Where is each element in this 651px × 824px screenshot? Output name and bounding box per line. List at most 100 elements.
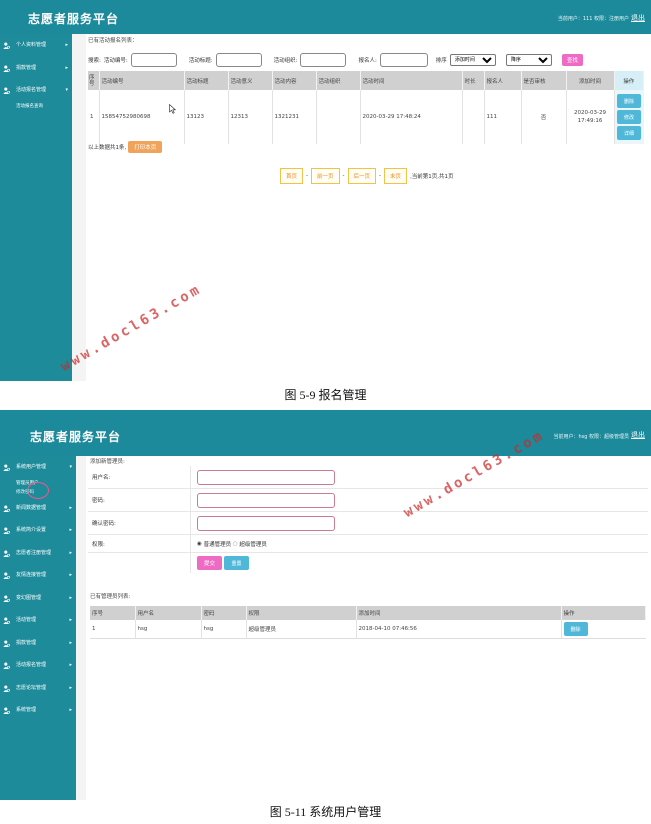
sidebar-item-donation[interactable]: 捐款管理 ▸ xyxy=(0,57,72,80)
column-header: 活动内容 xyxy=(272,71,317,90)
role-radio-normal[interactable]: ◉ xyxy=(197,541,202,547)
column-header: 密码 xyxy=(201,606,247,620)
search-button[interactable]: 查找 xyxy=(561,54,583,66)
user-icon xyxy=(3,42,10,49)
delete-button[interactable]: 删除 xyxy=(617,94,641,108)
field-label-org: 活动组织: xyxy=(273,58,298,64)
sidebar-item-friend-links[interactable]: 友情连接管理 ▸ xyxy=(0,564,76,587)
user-icon xyxy=(3,685,10,692)
sidebar: 个人资料管理 ▸ 捐款管理 ▸ 活动报名管理 ▾ 活动报名查询 xyxy=(0,34,72,381)
table-row: 1 hsg hsg 超级管理员 2018-04-10 07:46:56 删除 xyxy=(90,620,646,639)
user-icon xyxy=(3,595,10,602)
column-header: 活动意义 xyxy=(228,71,273,90)
field-label-code: 活动编号: xyxy=(103,58,128,64)
chevron-right-icon: ▸ xyxy=(65,42,68,48)
sidebar-item-system[interactable]: 系统管理 ▸ xyxy=(0,699,76,722)
detail-button[interactable]: 详细 xyxy=(617,126,641,140)
record-count: 以上数据共1条, xyxy=(88,145,127,151)
sidebar-item-intro[interactable]: 系统简介设置 ▸ xyxy=(0,519,76,542)
sidebar-item-volunteer-registration[interactable]: 志愿者注册管理 ▸ xyxy=(0,542,76,565)
sidebar-item-label: 系统管理 xyxy=(16,707,37,713)
screenshot-system-user-management: 志愿者服务平台 当前用户：hsg 权限：超级管理员 退出 系统用户管理 ▾ 管理… xyxy=(0,410,651,800)
list-title: 已有活动报名列表： xyxy=(88,38,138,44)
sidebar-item-label: 捐款管理 xyxy=(16,639,37,646)
sidebar-item-label: 志愿论坛管理 xyxy=(16,684,47,691)
password-label: 密码: xyxy=(88,489,191,511)
highlight-ring xyxy=(27,482,49,499)
column-header: 是否审核 xyxy=(521,71,567,90)
logout-link[interactable]: 退出 xyxy=(631,430,645,440)
password-input[interactable] xyxy=(197,492,335,508)
search-bar: 搜索: 活动编号: 活动标题: 活动组织: 报名人: 排序 添加时间 降序 查找 xyxy=(88,53,583,67)
sidebar-subitem-enrollment-query[interactable]: 活动报名查询 xyxy=(0,102,72,111)
top-bar: 志愿者服务平台 当前用户：hsg 权限：超级管理员 退出 xyxy=(0,410,651,456)
sidebar-item-label: 新闻数据管理 xyxy=(16,504,47,511)
sidebar-item-enrollment[interactable]: 活动报名管理 ▾ xyxy=(0,79,72,102)
sort-field-select[interactable]: 添加时间 xyxy=(449,54,496,66)
search-code-input[interactable] xyxy=(130,53,177,67)
logout-link[interactable]: 退出 xyxy=(631,13,645,23)
confirm-password-label: 确认密码: xyxy=(88,512,191,534)
username-input[interactable] xyxy=(197,469,335,485)
sidebar-item-carousel[interactable]: 变幻图管理 ▸ xyxy=(0,587,76,610)
user-icon xyxy=(3,87,10,94)
table-row: 1 15854752980698 13123 12313 1321231 202… xyxy=(88,90,644,144)
user-icon xyxy=(3,550,10,557)
edit-button[interactable]: 修改 xyxy=(617,110,641,124)
role-option-super: 超级管理员 xyxy=(239,541,267,548)
search-org-input[interactable] xyxy=(300,53,347,67)
table-header-row: 序号 活动编号 活动标题 活动意义 活动内容 活动组织 活动时间 时长 报名人 … xyxy=(88,71,644,90)
role-radio-super[interactable]: ○ xyxy=(233,541,238,547)
user-icon xyxy=(3,65,10,72)
prev-page-link[interactable]: 前一页 xyxy=(311,168,340,184)
cell-code: 15854752980698 xyxy=(99,90,185,144)
app-title: 志愿者服务平台 xyxy=(30,430,122,444)
print-button[interactable]: 打印本页 xyxy=(128,141,163,153)
sidebar-item-system-users[interactable]: 系统用户管理 ▾ xyxy=(0,456,76,479)
mouse-cursor-icon xyxy=(169,104,176,114)
cell-role: 超级管理员 xyxy=(246,620,357,639)
sidebar-item-news[interactable]: 新闻数据管理 ▸ xyxy=(0,497,76,520)
sidebar-item-activities[interactable]: 活动管理 ▸ xyxy=(0,609,76,632)
user-icon xyxy=(3,572,10,579)
confirm-password-input[interactable] xyxy=(197,515,335,531)
sidebar-item-label: 个人资料管理 xyxy=(16,42,47,48)
cell-password: hsg xyxy=(201,620,247,639)
search-title-input[interactable] xyxy=(215,53,262,67)
first-page-link[interactable]: 首页 xyxy=(280,168,304,184)
chevron-right-icon: ▸ xyxy=(69,617,72,623)
sidebar-item-enrollment[interactable]: 活动报名管理 ▸ xyxy=(0,654,76,677)
cell-meaning: 12313 xyxy=(228,90,273,144)
form-row-username: 用户名: xyxy=(88,466,648,489)
form-row-password: 密码: xyxy=(88,489,648,512)
last-page-link[interactable]: 末页 xyxy=(384,168,408,184)
next-page-link[interactable]: 后一页 xyxy=(347,168,377,184)
column-header: 活动标题 xyxy=(184,71,229,90)
sort-order-select[interactable]: 降序 xyxy=(505,54,552,66)
column-header: 活动时间 xyxy=(360,71,463,90)
form-row-confirm: 确认密码: xyxy=(88,512,648,535)
reset-button[interactable]: 重置 xyxy=(224,556,249,570)
chevron-right-icon: ▸ xyxy=(69,594,72,601)
sidebar-item-donation[interactable]: 捐款管理 ▸ xyxy=(0,632,76,655)
sidebar-item-profile[interactable]: 个人资料管理 ▸ xyxy=(0,34,72,57)
column-header: 时长 xyxy=(462,71,485,90)
main-content: 添加新管理员: 用户名: 密码: 确认密码: 权限: ◉ 普通管理员 ○ 超级管… xyxy=(86,456,651,800)
user-icon xyxy=(3,662,10,669)
app-title: 志愿者服务平台 xyxy=(28,12,120,26)
cell-no: 1 xyxy=(90,620,136,639)
cell-org xyxy=(316,90,361,144)
field-label-title: 活动标题: xyxy=(188,58,213,64)
column-header: 操作 xyxy=(561,606,646,620)
role-option-normal: 普通管理员 xyxy=(203,541,232,548)
sidebar-item-forum[interactable]: 志愿论坛管理 ▸ xyxy=(0,677,76,700)
submit-button[interactable]: 提交 xyxy=(197,556,222,570)
role-label: 权限: xyxy=(88,535,191,552)
chevron-right-icon: ▸ xyxy=(69,684,72,691)
delete-button[interactable]: 删除 xyxy=(563,622,588,636)
cell-user: hsg xyxy=(135,620,202,639)
cell-content: 1321231 xyxy=(272,90,317,144)
column-header: 活动编号 xyxy=(99,71,185,90)
search-applicant-input[interactable] xyxy=(379,53,428,67)
sidebar-item-label: 系统用户管理 xyxy=(16,464,47,470)
